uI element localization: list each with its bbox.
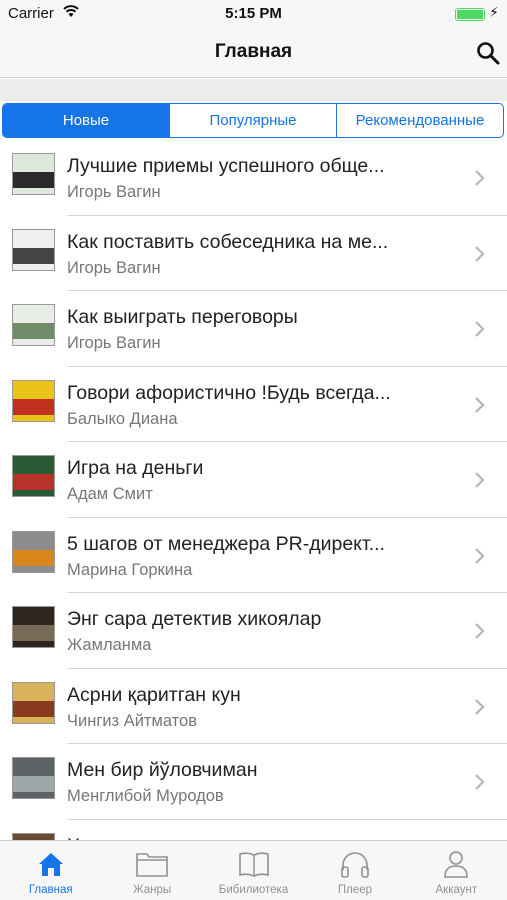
header-spacer	[0, 79, 507, 101]
tab-library-label: Бибилиотека	[218, 884, 289, 896]
book-author: Адам Смит	[67, 485, 153, 503]
book-title: Как поставить собеседника на ме...	[67, 230, 389, 253]
book-cover	[12, 153, 55, 195]
tab-home-label: Главная	[28, 884, 73, 896]
book-title: Как выиграть переговоры	[67, 306, 298, 328]
book-row[interactable]: Мен бир йўловчиман Менглибой Муродов	[0, 744, 507, 820]
tab-account[interactable]: Аккаунт	[406, 841, 507, 900]
tab-genres[interactable]: Жанры	[101, 841, 202, 900]
book-cover	[12, 379, 55, 422]
book-cover	[12, 455, 55, 497]
book-title: Энг сара детектив хикоялар	[67, 608, 322, 630]
book-author: Балыко Диана	[67, 409, 178, 428]
book-row[interactable]: Как выиграть переговоры Игорь Вагин	[0, 291, 507, 367]
book-cover	[12, 228, 55, 271]
charging-icon: ⚡	[489, 4, 499, 20]
book-row[interactable]: Энг сара детектив хикоялар Жамланма	[0, 593, 507, 669]
book-author: Игорь Вагин	[67, 258, 161, 277]
tab-bar: Главная Жанры Бибилиотека Плеер Аккаунт	[0, 840, 507, 900]
chevron-right-icon	[475, 547, 485, 564]
chevron-right-icon	[475, 698, 485, 715]
chevron-right-icon	[475, 245, 485, 262]
segmented-control: Новые Популярные Рекомендованные	[2, 103, 504, 138]
book-author: Игорь Вагин	[67, 183, 161, 201]
book-row[interactable]: Асрни қаритган кун Чингиз Айтматов	[0, 669, 507, 745]
tab-account-label: Аккаунт	[435, 884, 478, 896]
person-icon	[444, 851, 469, 878]
book-row[interactable]: Х	[0, 820, 507, 840]
book-list: Лучшие приемы успешного обще... Игорь Ваг…	[0, 140, 507, 840]
segment-popular[interactable]: Популярные	[169, 104, 336, 137]
book-row[interactable]: Игра на деньги Адам Смит	[0, 442, 507, 518]
book-title: Мен бир йўловчиман	[67, 759, 258, 781]
chevron-right-icon	[475, 170, 485, 186]
book-cover	[12, 304, 55, 346]
battery-icon	[455, 8, 485, 21]
folder-icon	[136, 853, 168, 877]
tab-player[interactable]: Плеер	[304, 841, 405, 900]
book-author: Чингиз Айтматов	[67, 711, 197, 730]
book-cover	[12, 832, 55, 840]
book-author: Игорь Вагин	[67, 334, 161, 352]
clock: 5:15 PM	[225, 5, 282, 22]
book-title: Говори афористично !Будь всегда...	[67, 381, 391, 404]
tab-player-label: Плеер	[337, 884, 372, 896]
book-title: 5 шагов от менеджера PR-директ...	[67, 532, 385, 555]
headphones-icon	[341, 852, 369, 878]
chevron-right-icon	[475, 774, 485, 790]
book-row[interactable]: Лучшие приемы успешного обще... Игорь Ваг…	[0, 140, 507, 216]
book-cover	[12, 530, 55, 573]
book-cover	[12, 681, 55, 724]
page-title: Главная	[214, 41, 293, 62]
book-title: Игра на деньги	[67, 457, 204, 479]
book-author: Жамланма	[67, 636, 152, 654]
book-cover	[12, 606, 55, 648]
book-cover	[12, 757, 55, 799]
book-title: Лучшие приемы успешного обще...	[67, 155, 385, 177]
book-row[interactable]: 5 шагов от менеджера PR-директ... Марина …	[0, 518, 507, 594]
chevron-right-icon	[475, 396, 485, 413]
chevron-right-icon	[475, 321, 485, 337]
search-icon[interactable]	[475, 40, 501, 66]
book-author: Марина Горкина	[67, 560, 193, 579]
book-author: Менглибой Муродов	[67, 787, 224, 805]
status-bar: Carrier 5:15 PM ⚡	[0, 0, 507, 28]
segment-new[interactable]: Новые	[3, 104, 169, 137]
segment-recommended[interactable]: Рекомендованные	[336, 104, 503, 137]
book-row[interactable]: Как поставить собеседника на ме... Игорь …	[0, 216, 507, 292]
home-icon	[38, 853, 63, 876]
book-row[interactable]: Говори афористично !Будь всегда... Балыко…	[0, 367, 507, 443]
tab-home[interactable]: Главная	[0, 841, 101, 900]
navigation-bar: Главная	[0, 28, 507, 78]
chevron-right-icon	[475, 472, 485, 488]
chevron-right-icon	[475, 623, 485, 639]
book-icon	[238, 852, 269, 877]
tab-library[interactable]: Бибилиотека	[203, 841, 304, 900]
tab-genres-label: Жанры	[133, 884, 172, 896]
book-title: Асрни қаритган кун	[67, 683, 241, 706]
